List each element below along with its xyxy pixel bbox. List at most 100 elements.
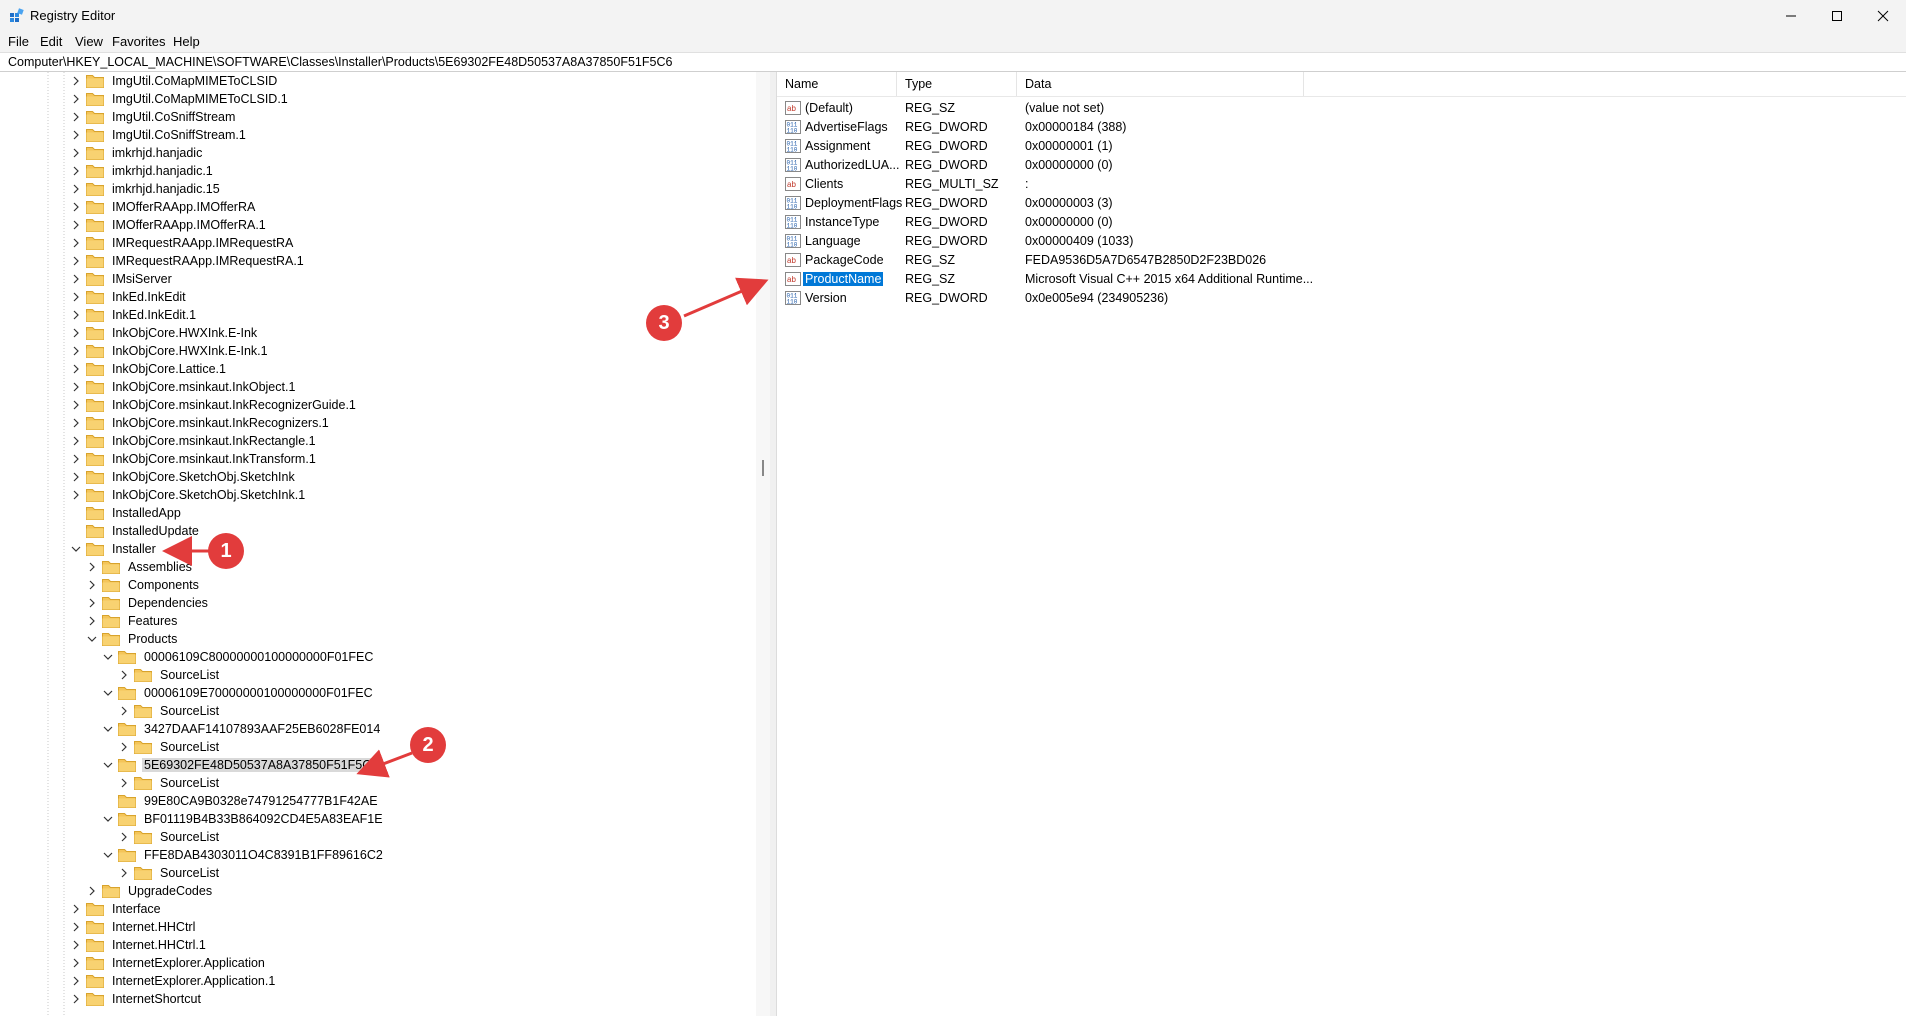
value-name-cell[interactable]: 011 110 InstanceType <box>785 212 881 231</box>
tree-node-label[interactable]: InkEd.InkEdit <box>110 290 188 304</box>
tree-node[interactable]: InkObjCore.SketchObj.SketchInk <box>70 468 297 486</box>
column-header-data[interactable]: Data <box>1017 72 1304 96</box>
menu-help[interactable]: Help <box>173 34 200 49</box>
value-name-cell[interactable]: ab (Default) <box>785 98 855 117</box>
tree-node[interactable]: IMRequestRAApp.IMRequestRA.1 <box>70 252 306 270</box>
column-header-type[interactable]: Type <box>897 72 1017 96</box>
tree-node[interactable]: Installer <box>70 540 158 558</box>
chevron-down-icon[interactable] <box>102 651 114 663</box>
value-name-cell[interactable]: 011 110 DeploymentFlags <box>785 193 904 212</box>
value-name-cell[interactable]: ab PackageCode <box>785 250 886 269</box>
value-row[interactable]: 011 110 InstanceType REG_DWORD 0x00000000 (0… <box>777 212 1906 231</box>
tree-node-label[interactable]: Products <box>126 632 179 646</box>
tree-node-label[interactable]: Interface <box>110 902 163 916</box>
chevron-right-icon[interactable] <box>118 831 130 843</box>
menu-favorites[interactable]: Favorites <box>112 34 165 49</box>
chevron-right-icon[interactable] <box>70 255 82 267</box>
menu-file[interactable]: File <box>8 34 29 49</box>
chevron-right-icon[interactable] <box>70 75 82 87</box>
value-row[interactable]: 011 110 Assignment REG_DWORD 0x00000001 (1) <box>777 136 1906 155</box>
tree-scrollbar-thumb[interactable] <box>762 460 764 476</box>
value-row[interactable]: 011 110 DeploymentFlags REG_DWORD 0x00000003… <box>777 193 1906 212</box>
close-button[interactable] <box>1860 0 1906 32</box>
tree-node-label[interactable]: imkrhjd.hanjadic <box>110 146 204 160</box>
chevron-right-icon[interactable] <box>70 165 82 177</box>
tree-node-label[interactable]: SourceList <box>158 866 221 880</box>
chevron-right-icon[interactable] <box>70 381 82 393</box>
tree-node-label[interactable]: IMRequestRAApp.IMRequestRA <box>110 236 295 250</box>
tree-node-label[interactable]: 3427DAAF14107893AAF25EB6028FE014 <box>142 722 382 736</box>
tree-node-label[interactable]: Internet.HHCtrl.1 <box>110 938 208 952</box>
chevron-down-icon[interactable] <box>102 759 114 771</box>
tree-node-label[interactable]: imkrhjd.hanjadic.15 <box>110 182 222 196</box>
address-path[interactable]: Computer\HKEY_LOCAL_MACHINE\SOFTWARE\Cla… <box>8 55 672 69</box>
tree-node[interactable]: Components <box>86 576 201 594</box>
tree-node-label[interactable]: FFE8DAB4303011O4C8391B1FF89616C2 <box>142 848 385 862</box>
chevron-right-icon[interactable] <box>70 183 82 195</box>
chevron-right-icon[interactable] <box>70 417 82 429</box>
value-row[interactable]: 011 110 AdvertiseFlags REG_DWORD 0x00000184 … <box>777 117 1906 136</box>
minimize-button[interactable] <box>1768 0 1814 32</box>
tree-node-label[interactable]: InkObjCore.msinkaut.InkRectangle.1 <box>110 434 318 448</box>
value-name-cell[interactable]: 011 110 Version <box>785 288 849 307</box>
tree-node[interactable]: FFE8DAB4303011O4C8391B1FF89616C2 <box>102 846 385 864</box>
chevron-right-icon[interactable] <box>70 309 82 321</box>
chevron-right-icon[interactable] <box>70 111 82 123</box>
chevron-right-icon[interactable] <box>86 885 98 897</box>
value-name-cell[interactable]: ab Clients <box>785 174 845 193</box>
tree-node[interactable]: InternetShortcut <box>70 990 203 1008</box>
tree-node[interactable]: SourceList <box>118 828 221 846</box>
tree-node-label[interactable]: SourceList <box>158 830 221 844</box>
tree-node[interactable]: BF01119B4B33B864092CD4E5A83EAF1E <box>102 810 385 828</box>
tree-node-label[interactable]: IMOfferRAApp.IMOfferRA.1 <box>110 218 268 232</box>
value-row[interactable]: ab (Default) REG_SZ (value not set) <box>777 98 1906 117</box>
tree-node-label[interactable]: ImgUtil.CoSniffStream <box>110 110 237 124</box>
tree-node[interactable]: Features <box>86 612 179 630</box>
chevron-down-icon[interactable] <box>86 633 98 645</box>
chevron-right-icon[interactable] <box>70 129 82 141</box>
tree-node-label[interactable]: InkObjCore.msinkaut.InkRecognizerGuide.1 <box>110 398 358 412</box>
tree-node-label[interactable]: ImgUtil.CoMapMIMEToCLSID.1 <box>110 92 290 106</box>
chevron-right-icon[interactable] <box>70 273 82 285</box>
tree-node-label[interactable]: InstalledUpdate <box>110 524 201 538</box>
chevron-right-icon[interactable] <box>70 93 82 105</box>
chevron-right-icon[interactable] <box>70 435 82 447</box>
tree-node-label[interactable]: InstalledApp <box>110 506 183 520</box>
chevron-right-icon[interactable] <box>86 615 98 627</box>
value-name-cell[interactable]: 011 110 AuthorizedLUA... <box>785 155 902 174</box>
tree-node-label[interactable]: 00006109C80000000100000000F01FEC <box>142 650 375 664</box>
tree-node[interactable]: InkObjCore.msinkaut.InkTransform.1 <box>70 450 318 468</box>
tree-node[interactable]: Internet.HHCtrl.1 <box>70 936 208 954</box>
tree-node-label[interactable]: InternetExplorer.Application.1 <box>110 974 277 988</box>
chevron-right-icon[interactable] <box>70 363 82 375</box>
tree-node-label[interactable]: SourceList <box>158 740 221 754</box>
chevron-right-icon[interactable] <box>118 705 130 717</box>
value-row[interactable]: ab ProductName REG_SZ Microsoft Visual C++ … <box>777 269 1906 288</box>
tree-node-label[interactable]: IMRequestRAApp.IMRequestRA.1 <box>110 254 306 268</box>
tree-node[interactable]: SourceList <box>118 666 221 684</box>
chevron-right-icon[interactable] <box>70 489 82 501</box>
chevron-right-icon[interactable] <box>118 669 130 681</box>
tree-node[interactable]: 00006109C80000000100000000F01FEC <box>102 648 375 666</box>
column-header-name[interactable]: Name <box>777 72 897 96</box>
chevron-right-icon[interactable] <box>70 939 82 951</box>
tree-node[interactable]: SourceList <box>118 702 221 720</box>
tree-node-label[interactable]: InternetShortcut <box>110 992 203 1006</box>
tree-node-label[interactable]: Dependencies <box>126 596 210 610</box>
tree-node-label[interactable]: SourceList <box>158 668 221 682</box>
chevron-right-icon[interactable] <box>70 399 82 411</box>
tree-node[interactable]: ImgUtil.CoSniffStream.1 <box>70 126 248 144</box>
tree-node-label[interactable]: InkEd.InkEdit.1 <box>110 308 198 322</box>
tree-node[interactable]: UpgradeCodes <box>86 882 214 900</box>
tree-node-label[interactable]: InkObjCore.msinkaut.InkRecognizers.1 <box>110 416 331 430</box>
tree-node-label[interactable]: Installer <box>110 542 158 556</box>
tree-node[interactable]: InkObjCore.HWXInk.E-Ink.1 <box>70 342 270 360</box>
tree-node[interactable]: imkrhjd.hanjadic.15 <box>70 180 222 198</box>
tree-scrollbar[interactable] <box>756 72 770 1016</box>
tree-node[interactable]: InkObjCore.Lattice.1 <box>70 360 228 378</box>
values-pane[interactable]: Name Type Data ab (Default) REG_SZ (value n… <box>776 72 1906 1016</box>
tree-node[interactable]: imkrhjd.hanjadic.1 <box>70 162 215 180</box>
chevron-right-icon[interactable] <box>70 903 82 915</box>
tree-node-label[interactable]: IMsiServer <box>110 272 174 286</box>
tree-node-label[interactable]: 00006109E70000000100000000F01FEC <box>142 686 375 700</box>
